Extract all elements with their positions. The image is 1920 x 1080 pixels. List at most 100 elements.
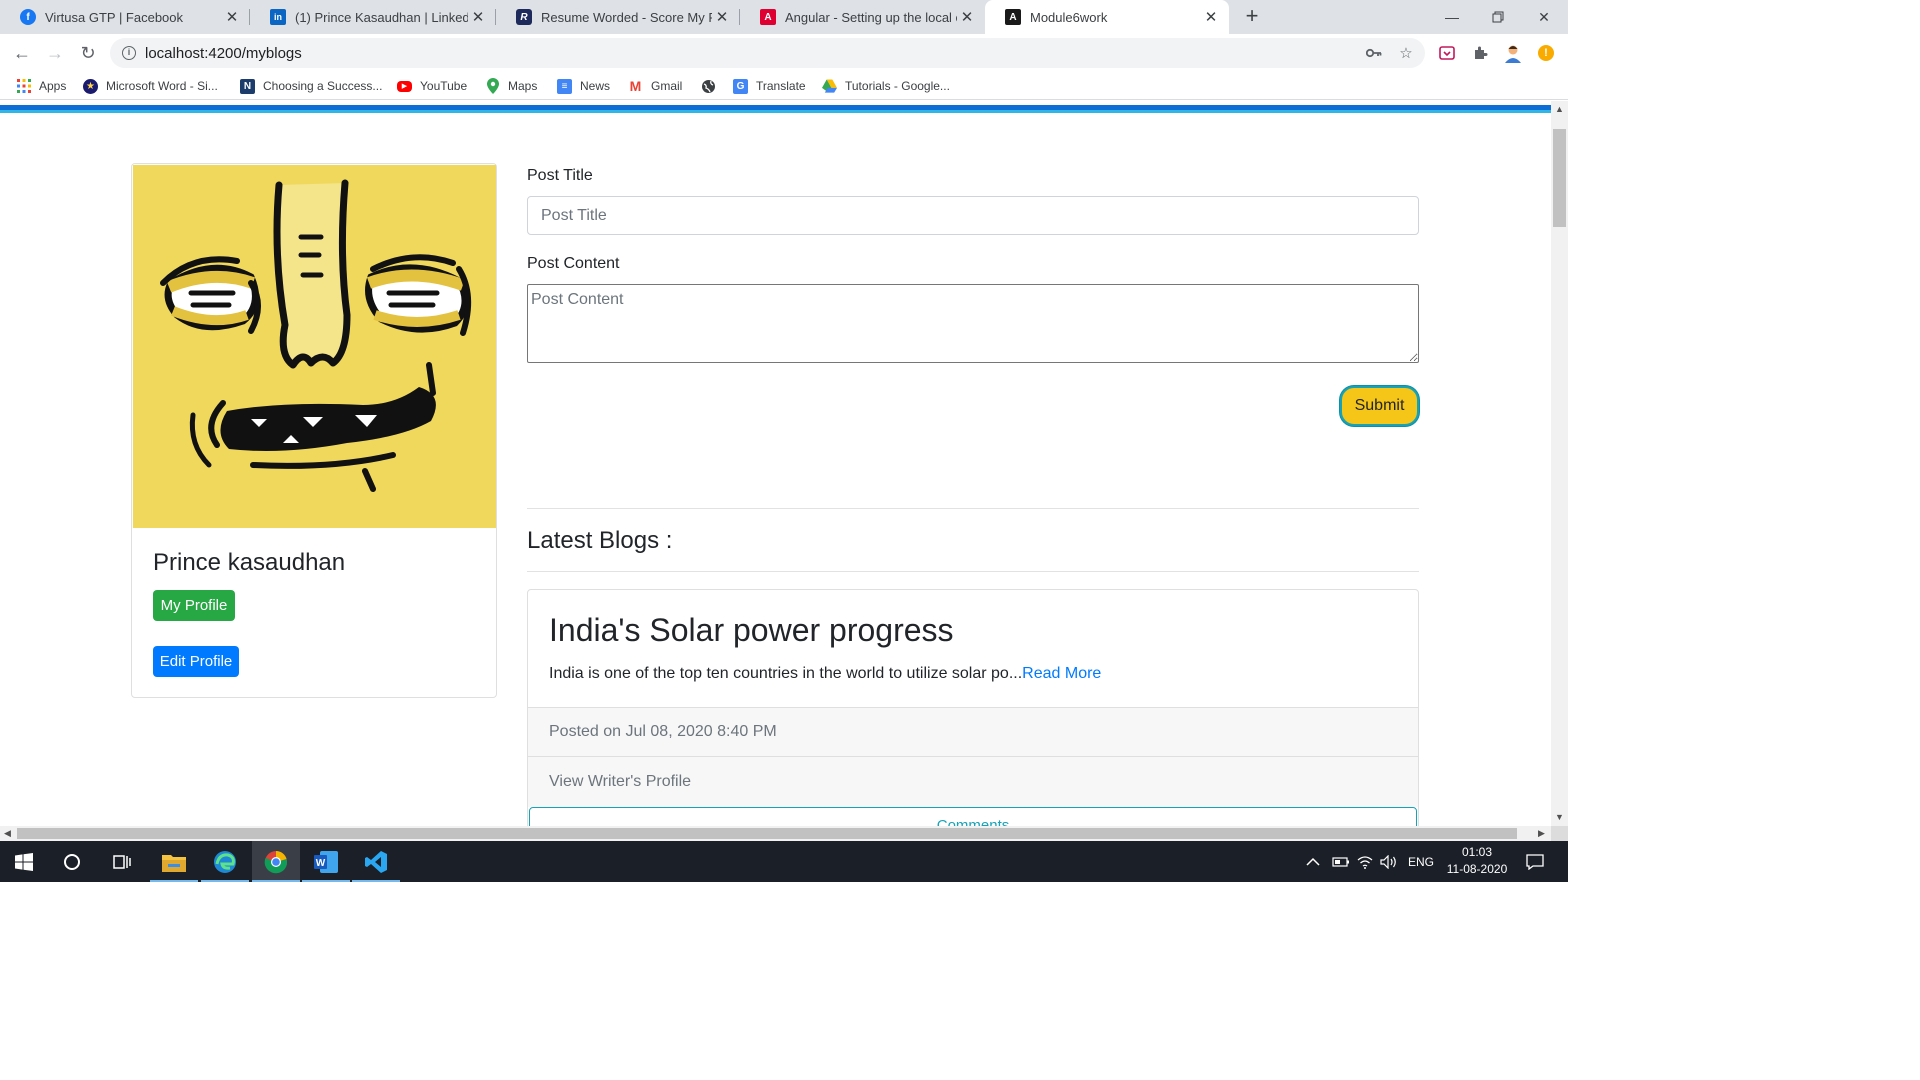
- view-writer-profile-link[interactable]: View Writer's Profile: [549, 773, 691, 791]
- restore-icon[interactable]: [1475, 0, 1521, 34]
- post-content-textarea[interactable]: [527, 284, 1419, 363]
- vscode-app-icon[interactable]: [352, 841, 400, 882]
- n-logo-icon: N: [240, 78, 255, 94]
- browser-toolbar: ← → ↻ i localhost:4200/myblogs ☆ !: [0, 34, 1568, 72]
- latest-blogs-heading: Latest Blogs :: [527, 527, 673, 554]
- horizontal-scrollbar[interactable]: ◀ ▶: [0, 826, 1551, 841]
- word-app-icon[interactable]: W: [302, 841, 350, 882]
- wifi-icon[interactable]: [1357, 841, 1373, 882]
- file-explorer-icon[interactable]: [150, 841, 198, 882]
- bookmark-label: Tutorials - Google...: [845, 79, 950, 93]
- back-arrow-icon[interactable]: ←: [10, 41, 34, 65]
- svg-text:W: W: [316, 858, 326, 869]
- tab-title: Module6work: [1030, 9, 1108, 25]
- task-view-icon[interactable]: [98, 841, 146, 882]
- vertical-scrollbar[interactable]: ▲ ▼: [1551, 101, 1568, 826]
- close-tab-icon[interactable]: ✕: [468, 8, 488, 26]
- bookmark-gmail[interactable]: M Gmail: [628, 77, 683, 95]
- bookmark-star-icon[interactable]: ☆: [1396, 43, 1416, 63]
- key-icon[interactable]: [1364, 43, 1384, 63]
- angular-icon: A: [1005, 9, 1021, 25]
- post-content-label: Post Content: [527, 255, 620, 272]
- battery-icon[interactable]: [1332, 841, 1350, 882]
- bookmark-choosing-success[interactable]: N Choosing a Success...: [240, 77, 382, 95]
- close-window-icon[interactable]: ✕: [1521, 0, 1567, 34]
- scroll-right-arrow-icon[interactable]: ▶: [1534, 826, 1549, 841]
- edge-browser-icon[interactable]: [201, 841, 249, 882]
- notifications-icon[interactable]: [1526, 841, 1544, 882]
- bookmark-label: Gmail: [651, 79, 683, 93]
- bookmark-translate[interactable]: G Translate: [733, 77, 806, 95]
- bookmark-label: Maps: [508, 79, 538, 93]
- scroll-left-arrow-icon[interactable]: ◀: [0, 826, 15, 841]
- minimize-icon[interactable]: —: [1429, 0, 1475, 34]
- chrome-browser-icon[interactable]: [252, 841, 300, 882]
- bookmark-microsoft-word[interactable]: ★ Microsoft Word - Si...: [83, 77, 218, 95]
- clock-time: 01:03: [1461, 845, 1493, 859]
- windows-taskbar: W ENG 01:03 11-08-2020: [0, 841, 1568, 882]
- scroll-up-arrow-icon[interactable]: ▲: [1551, 101, 1568, 118]
- tab-resume-worded[interactable]: R Resume Worded - Score My Resu ✕: [496, 0, 740, 34]
- bookmark-news[interactable]: ≡ News: [557, 77, 610, 95]
- pocket-extension-icon[interactable]: [1437, 43, 1457, 63]
- bookmark-label: YouTube: [420, 79, 468, 93]
- reload-icon[interactable]: ↻: [76, 41, 100, 65]
- blog-title: India's Solar power progress: [549, 612, 954, 648]
- forward-arrow-icon[interactable]: →: [43, 41, 67, 65]
- bookmark-globe[interactable]: [701, 77, 724, 95]
- read-more-link[interactable]: Read More: [1022, 665, 1101, 682]
- edit-profile-button[interactable]: Edit Profile: [153, 646, 239, 677]
- show-hidden-icons-icon[interactable]: [1306, 841, 1320, 882]
- scrollbar-thumb[interactable]: [1553, 129, 1566, 227]
- update-alert-icon[interactable]: !: [1536, 43, 1556, 63]
- tab-title: Virtusa GTP | Facebook: [45, 9, 184, 25]
- profile-name: Prince kasaudhan: [153, 549, 346, 576]
- scrollbar-thumb[interactable]: [17, 828, 1517, 839]
- bookmark-maps[interactable]: Maps: [485, 77, 537, 95]
- tab-title: (1) Prince Kasaudhan | LinkedIn: [295, 9, 468, 25]
- site-info-icon[interactable]: i: [122, 46, 136, 60]
- post-title-input[interactable]: [527, 196, 1419, 235]
- blog-excerpt: India is one of the top ten countries in…: [549, 665, 1023, 682]
- address-bar[interactable]: i localhost:4200/myblogs: [110, 38, 1425, 68]
- scrollbar-corner: [1551, 826, 1568, 841]
- bookmark-youtube[interactable]: ▶ YouTube: [397, 77, 467, 95]
- bookmark-tutorials[interactable]: Tutorials - Google...: [822, 77, 950, 95]
- linkedin-icon: in: [270, 9, 286, 25]
- comments-button[interactable]: Comments: [529, 807, 1417, 826]
- profile-avatar-icon[interactable]: [1503, 43, 1523, 63]
- taskbar-clock[interactable]: 01:03 11-08-2020: [1437, 844, 1517, 878]
- apps-grid-icon: [16, 79, 31, 94]
- blog-posted-row: Posted on Jul 08, 2020 8:40 PM: [528, 707, 1418, 757]
- volume-icon[interactable]: [1380, 841, 1398, 882]
- globe-icon: [701, 79, 716, 94]
- page-viewport[interactable]: Prince kasaudhan My Profile Edit Profile…: [0, 101, 1551, 826]
- search-circle-icon[interactable]: [48, 841, 96, 882]
- tab-angular-docs[interactable]: A Angular - Setting up the local en ✕: [740, 0, 985, 34]
- star-badge-icon: ★: [83, 78, 98, 94]
- bookmark-label: News: [580, 79, 611, 93]
- clock-date: 11-08-2020: [1446, 862, 1508, 876]
- blog-card: India's Solar power progress India is on…: [527, 589, 1419, 826]
- windows-start-icon[interactable]: [0, 841, 48, 882]
- close-tab-icon[interactable]: ✕: [957, 8, 977, 26]
- scroll-down-arrow-icon[interactable]: ▼: [1551, 809, 1568, 826]
- close-tab-icon[interactable]: ✕: [712, 8, 732, 26]
- news-icon: ≡: [557, 78, 572, 94]
- tab-linkedin[interactable]: in (1) Prince Kasaudhan | LinkedIn ✕: [250, 0, 496, 34]
- close-tab-icon[interactable]: ✕: [1201, 8, 1221, 26]
- tab-title: Angular - Setting up the local en: [785, 9, 957, 25]
- google-drive-icon: [822, 79, 837, 94]
- blog-writer-row: View Writer's Profile: [528, 757, 1418, 807]
- extensions-puzzle-icon[interactable]: [1470, 43, 1490, 63]
- bookmark-label: Microsoft Word - Si...: [106, 79, 218, 93]
- close-tab-icon[interactable]: ✕: [222, 8, 242, 26]
- tab-module6work[interactable]: A Module6work ✕: [985, 0, 1229, 34]
- navbar-accent-stripe: [0, 110, 1551, 113]
- my-profile-button[interactable]: My Profile: [153, 590, 235, 621]
- new-tab-button[interactable]: +: [1240, 5, 1264, 29]
- submit-button[interactable]: Submit: [1340, 386, 1419, 426]
- bookmark-apps[interactable]: Apps: [16, 77, 66, 95]
- tab-facebook[interactable]: f Virtusa GTP | Facebook ✕: [0, 0, 250, 34]
- language-indicator[interactable]: ENG: [1408, 841, 1434, 882]
